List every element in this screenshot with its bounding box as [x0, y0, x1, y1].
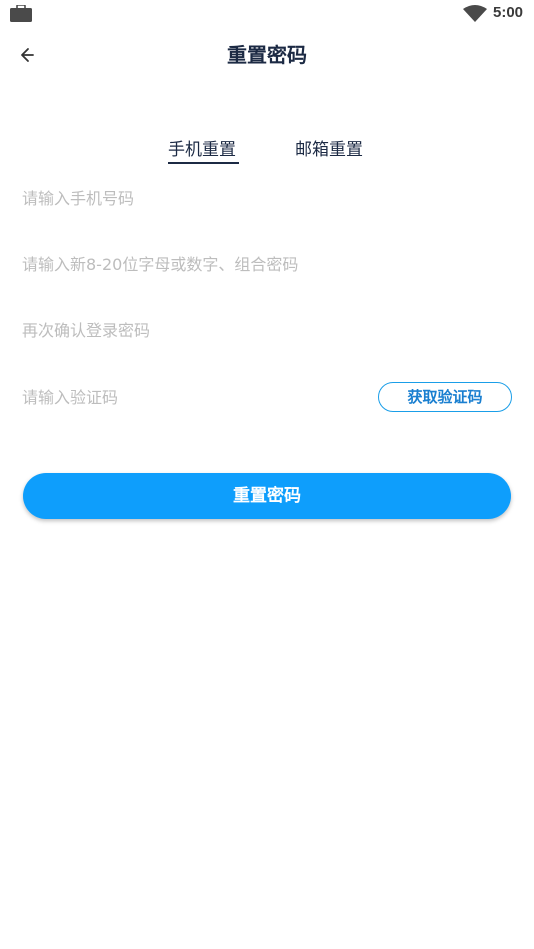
active-tab-indicator	[168, 162, 239, 164]
new-password-input[interactable]	[22, 244, 362, 284]
reset-password-screen: 5:00 重置密码 手机重置 邮箱重置 获取验证码 重置密码	[0, 0, 534, 949]
tab-phone-reset[interactable]: 手机重置	[168, 136, 236, 164]
tab-email-reset[interactable]: 邮箱重置	[295, 136, 363, 164]
app-header: 重置密码	[0, 28, 534, 82]
verification-code-input[interactable]	[22, 377, 362, 417]
page-title: 重置密码	[227, 43, 307, 67]
status-bar: 5:00	[0, 0, 534, 28]
phone-field	[22, 178, 512, 218]
reset-password-button[interactable]: 重置密码	[23, 473, 511, 519]
confirm-password-field	[22, 310, 512, 350]
status-time: 5:00	[493, 4, 524, 21]
briefcase-icon	[10, 5, 32, 22]
wifi-icon	[463, 5, 487, 22]
confirm-password-input[interactable]	[22, 310, 362, 350]
phone-input[interactable]	[22, 178, 362, 218]
reset-method-tabs: 手机重置 邮箱重置	[0, 136, 534, 168]
verification-code-field: 获取验证码	[22, 377, 512, 417]
new-password-field	[22, 244, 512, 284]
get-code-button[interactable]: 获取验证码	[378, 382, 512, 412]
